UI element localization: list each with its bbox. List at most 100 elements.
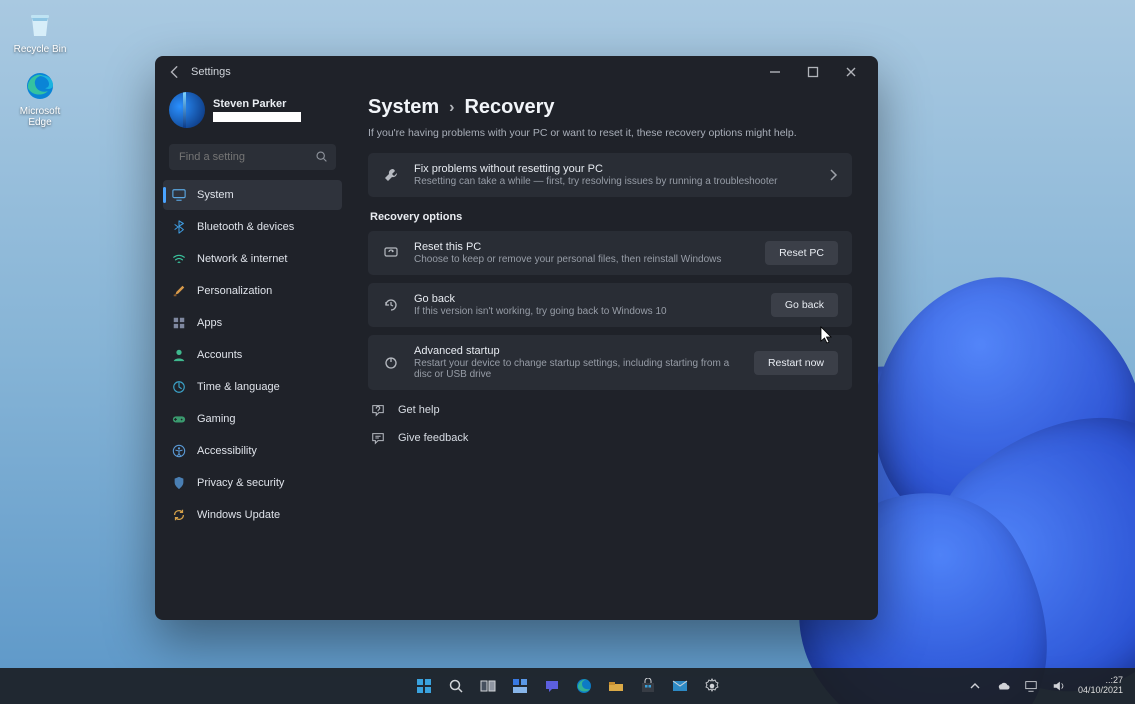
tray-volume-icon[interactable] (1050, 677, 1068, 695)
store-icon[interactable] (639, 677, 657, 695)
nav-windows-update[interactable]: Windows Update (163, 500, 342, 530)
tray-chevron-icon[interactable] (966, 677, 984, 695)
go-back-button[interactable]: Go back (771, 293, 838, 317)
nav-bluetooth[interactable]: Bluetooth & devices (163, 212, 342, 242)
nav-label: Gaming (197, 413, 236, 425)
feedback-icon (370, 430, 386, 446)
help-icon (370, 402, 386, 418)
wrench-icon (382, 166, 400, 184)
nav-accessibility[interactable]: Accessibility (163, 436, 342, 466)
history-icon (382, 296, 400, 314)
task-view-icon[interactable] (479, 677, 497, 695)
nav-gaming[interactable]: Gaming (163, 404, 342, 434)
update-icon (171, 507, 187, 523)
tray-network-icon[interactable] (1022, 677, 1040, 695)
nav-system[interactable]: System (163, 180, 342, 210)
taskbar-clock[interactable]: ..:27 04/10/2021 (1078, 676, 1123, 696)
card-title: Fix problems without resetting your PC (414, 163, 814, 175)
nav-label: Personalization (197, 285, 272, 297)
taskbar-search-icon[interactable] (447, 677, 465, 695)
nav-label: Network & internet (197, 253, 287, 265)
taskbar: ..:27 04/10/2021 (0, 668, 1135, 704)
start-button[interactable] (415, 677, 433, 695)
card-desc: Restart your device to change startup se… (414, 358, 740, 380)
breadcrumb-root[interactable]: System (368, 96, 439, 119)
nav-network[interactable]: Network & internet (163, 244, 342, 274)
gamepad-icon (171, 411, 187, 427)
nav-accounts[interactable]: Accounts (163, 340, 342, 370)
card-desc: Choose to keep or remove your personal f… (414, 254, 751, 265)
card-desc: If this version isn't working, try going… (414, 306, 757, 317)
system-icon (171, 187, 187, 203)
chat-icon[interactable] (543, 677, 561, 695)
main-content: System › Recovery If you're having probl… (350, 88, 878, 620)
wifi-icon (171, 251, 187, 267)
nav-label: Accounts (197, 349, 242, 361)
desktop-icon-recycle-bin[interactable]: Recycle Bin (10, 6, 70, 55)
link-label: Get help (398, 404, 440, 416)
file-explorer-icon[interactable] (607, 677, 625, 695)
restart-now-button[interactable]: Restart now (754, 351, 838, 375)
nav-apps[interactable]: Apps (163, 308, 342, 338)
mail-icon[interactable] (671, 677, 689, 695)
power-gear-icon (382, 354, 400, 372)
globe-clock-icon (171, 379, 187, 395)
section-heading: Recovery options (370, 211, 852, 223)
settings-window: Settings Steven Parker (155, 56, 878, 620)
chevron-right-icon: › (449, 99, 454, 117)
card-go-back: Go back If this version isn't working, t… (368, 283, 852, 327)
nav-label: Accessibility (197, 445, 257, 457)
search-icon (315, 150, 328, 163)
card-title: Go back (414, 293, 757, 305)
card-title: Advanced startup (414, 345, 740, 357)
search-input[interactable] (169, 144, 336, 170)
get-help-link[interactable]: Get help (368, 400, 852, 420)
clock-date: 04/10/2021 (1078, 686, 1123, 696)
taskbar-edge-icon[interactable] (575, 677, 593, 695)
avatar (169, 92, 205, 128)
card-desc: Resetting can take a while — first, try … (414, 176, 814, 187)
widgets-icon[interactable] (511, 677, 529, 695)
nav-label: Windows Update (197, 509, 280, 521)
page-subtitle: If you're having problems with your PC o… (368, 127, 852, 139)
desktop-icon-edge[interactable]: Microsoft Edge (10, 68, 70, 128)
brush-icon (171, 283, 187, 299)
reset-pc-button[interactable]: Reset PC (765, 241, 838, 265)
nav-label: Time & language (197, 381, 280, 393)
chevron-right-icon (828, 169, 838, 181)
nav-label: System (197, 189, 234, 201)
sidebar: Steven Parker System Bluetooth & devices (155, 88, 350, 620)
titlebar: Settings (155, 56, 878, 88)
back-button[interactable] (163, 60, 187, 84)
nav-label: Bluetooth & devices (197, 221, 294, 233)
breadcrumb-leaf: Recovery (464, 96, 554, 119)
search-box[interactable] (169, 144, 336, 170)
apps-icon (171, 315, 187, 331)
window-title: Settings (191, 66, 231, 78)
edge-icon (22, 68, 58, 104)
profile-block[interactable]: Steven Parker (155, 92, 350, 138)
reset-icon (382, 244, 400, 262)
card-advanced-startup: Advanced startup Restart your device to … (368, 335, 852, 390)
nav-time-language[interactable]: Time & language (163, 372, 342, 402)
nav-list: System Bluetooth & devices Network & int… (155, 180, 350, 530)
nav-label: Apps (197, 317, 222, 329)
nav-personalization[interactable]: Personalization (163, 276, 342, 306)
recycle-bin-icon (22, 6, 58, 42)
close-button[interactable] (832, 58, 870, 86)
minimize-button[interactable] (756, 58, 794, 86)
accessibility-icon (171, 443, 187, 459)
bluetooth-icon (171, 219, 187, 235)
breadcrumb: System › Recovery (368, 96, 852, 119)
tray-onedrive-icon[interactable] (994, 677, 1012, 695)
nav-privacy[interactable]: Privacy & security (163, 468, 342, 498)
give-feedback-link[interactable]: Give feedback (368, 428, 852, 448)
taskbar-settings-icon[interactable] (703, 677, 721, 695)
card-fix-problems[interactable]: Fix problems without resetting your PC R… (368, 153, 852, 197)
desktop-icon-label: Recycle Bin (10, 44, 70, 55)
maximize-button[interactable] (794, 58, 832, 86)
shield-icon (171, 475, 187, 491)
user-name: Steven Parker (213, 98, 301, 110)
desktop-icon-label: Microsoft Edge (10, 106, 70, 128)
link-label: Give feedback (398, 432, 468, 444)
